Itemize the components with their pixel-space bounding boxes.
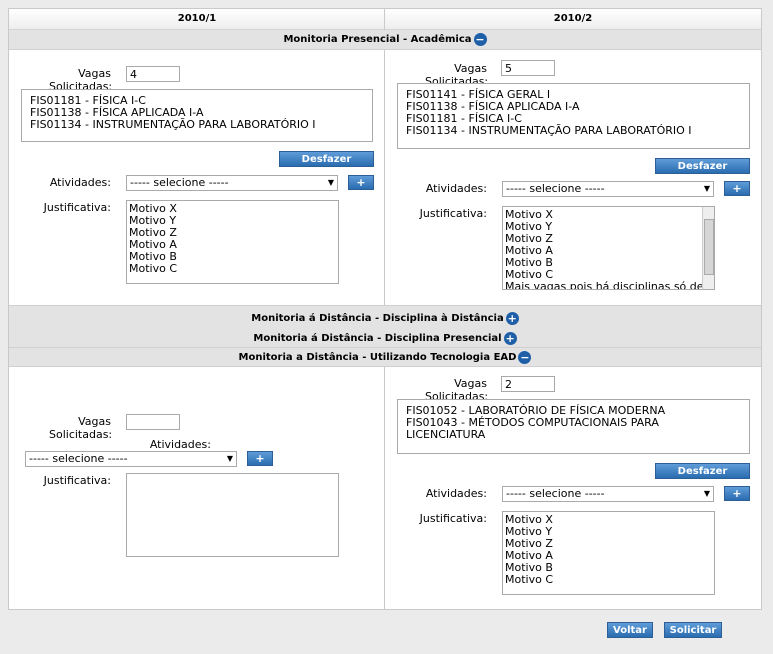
divider [384,367,385,610]
add-atividade-button[interactable]: + [724,181,750,196]
justificativa-label: Justificativa: [43,201,111,214]
section-dist-disciplina-title: Monitoria á Distância - Disciplina à Dis… [251,313,504,324]
desfazer-selecao-button[interactable]: Desfazer Seleção [655,463,750,492]
add-atividade-button[interactable]: + [348,175,374,190]
chevron-down-icon: ▼ [703,489,710,498]
section-dist-presencial-title: Monitoria á Distância - Disciplina Prese… [253,333,502,344]
add-atividade-button[interactable]: + [724,486,750,501]
justificativa-textarea[interactable]: Motivo X Motivo Y Motivo Z Motivo A Motivo B… [502,511,715,595]
justificativa-label: Justificativa: [43,474,111,487]
atividades-label: Atividades: [425,487,487,500]
chevron-down-icon: ▼ [226,454,233,463]
justificativa-textarea[interactable] [126,473,339,557]
scrollbar-thumb[interactable] [704,219,714,275]
atividades-select[interactable]: ----- selecione ----- ▼ [126,175,338,191]
chevron-down-icon: ▼ [327,178,334,187]
list-item[interactable]: LICENCIATURA [406,429,741,441]
expand-plus-icon[interactable]: + [503,331,517,345]
atividades-select[interactable]: ----- selecione ----- ▼ [502,486,714,502]
collapse-minus-icon[interactable]: − [518,350,532,364]
add-atividade-button[interactable]: + [247,451,273,466]
list-item[interactable]: FIS01134 - INSTRUMENTAÇÃO PARA LABORATÓR… [30,119,364,131]
chevron-down-icon: ▼ [703,184,710,193]
atividades-select[interactable]: ----- selecione ----- ▼ [502,181,714,197]
section-ead: Monitoria a Distância - Utilizando Tecno… [9,347,761,367]
justificativa-textarea[interactable]: Motivo X Motivo Y Motivo Z Motivo A Motivo B… [126,200,339,284]
column-header-2010-2: 2010/2 [385,9,761,30]
collapse-minus-icon[interactable]: − [473,32,487,46]
vagas-input[interactable]: 5 [501,60,555,76]
justificativa-label: Justificativa: [419,512,487,525]
section-dist-disciplina: Monitoria á Distância - Disciplina à Dis… [9,311,761,327]
section-presencial-title: Monitoria Presencial - Acadêmica [283,34,472,45]
atividades-select[interactable]: ----- selecione ----- ▼ [25,451,237,467]
atividades-label: Atividades: [49,176,111,189]
atividades-label: Atividades: [425,182,487,195]
justificativa-label: Justificativa: [419,207,487,220]
justificativa-textarea[interactable]: Motivo X Motivo Y Motivo Z Motivo A Motivo B… [502,206,715,290]
desfazer-selecao-button[interactable]: Desfazer Seleção [279,151,374,180]
divider [384,50,385,305]
divider [384,9,385,30]
section-ead-title: Monitoria a Distância - Utilizando Tecno… [238,352,517,363]
vagas-input[interactable] [126,414,180,430]
vagas-input[interactable]: 2 [501,376,555,392]
list-item[interactable]: FIS01134 - INSTRUMENTAÇÃO PARA LABORATÓR… [406,125,741,137]
disciplinas-list: FIS01052 - LABORATÓRIO DE FÍSICA MODERNA… [397,399,750,454]
column-header-2010-1: 2010/1 [9,9,385,30]
section-presencial: Monitoria Presencial - Acadêmica − [9,30,761,50]
disciplinas-list: FIS01181 - FÍSICA I-C FIS01138 - FÍSICA … [21,89,373,142]
section-dist-presencial: Monitoria á Distância - Disciplina Prese… [9,331,761,347]
form-frame: 2010/1 2010/2 Monitoria Presencial - Aca… [8,8,762,610]
atividades-label: Atividades: [149,438,211,451]
solicitar-button[interactable]: Solicitar [664,622,722,638]
disciplinas-list: FIS01141 - FÍSICA GERAL I FIS01138 - FÍS… [397,83,750,149]
expand-plus-icon[interactable]: + [505,311,519,325]
voltar-button[interactable]: Voltar [607,622,653,638]
vagas-label: Vagas Solicitadas: [49,415,113,441]
desfazer-selecao-button[interactable]: Desfazer Seleção [655,158,750,187]
vagas-input[interactable]: 4 [126,66,180,82]
scrollbar[interactable] [702,207,714,289]
